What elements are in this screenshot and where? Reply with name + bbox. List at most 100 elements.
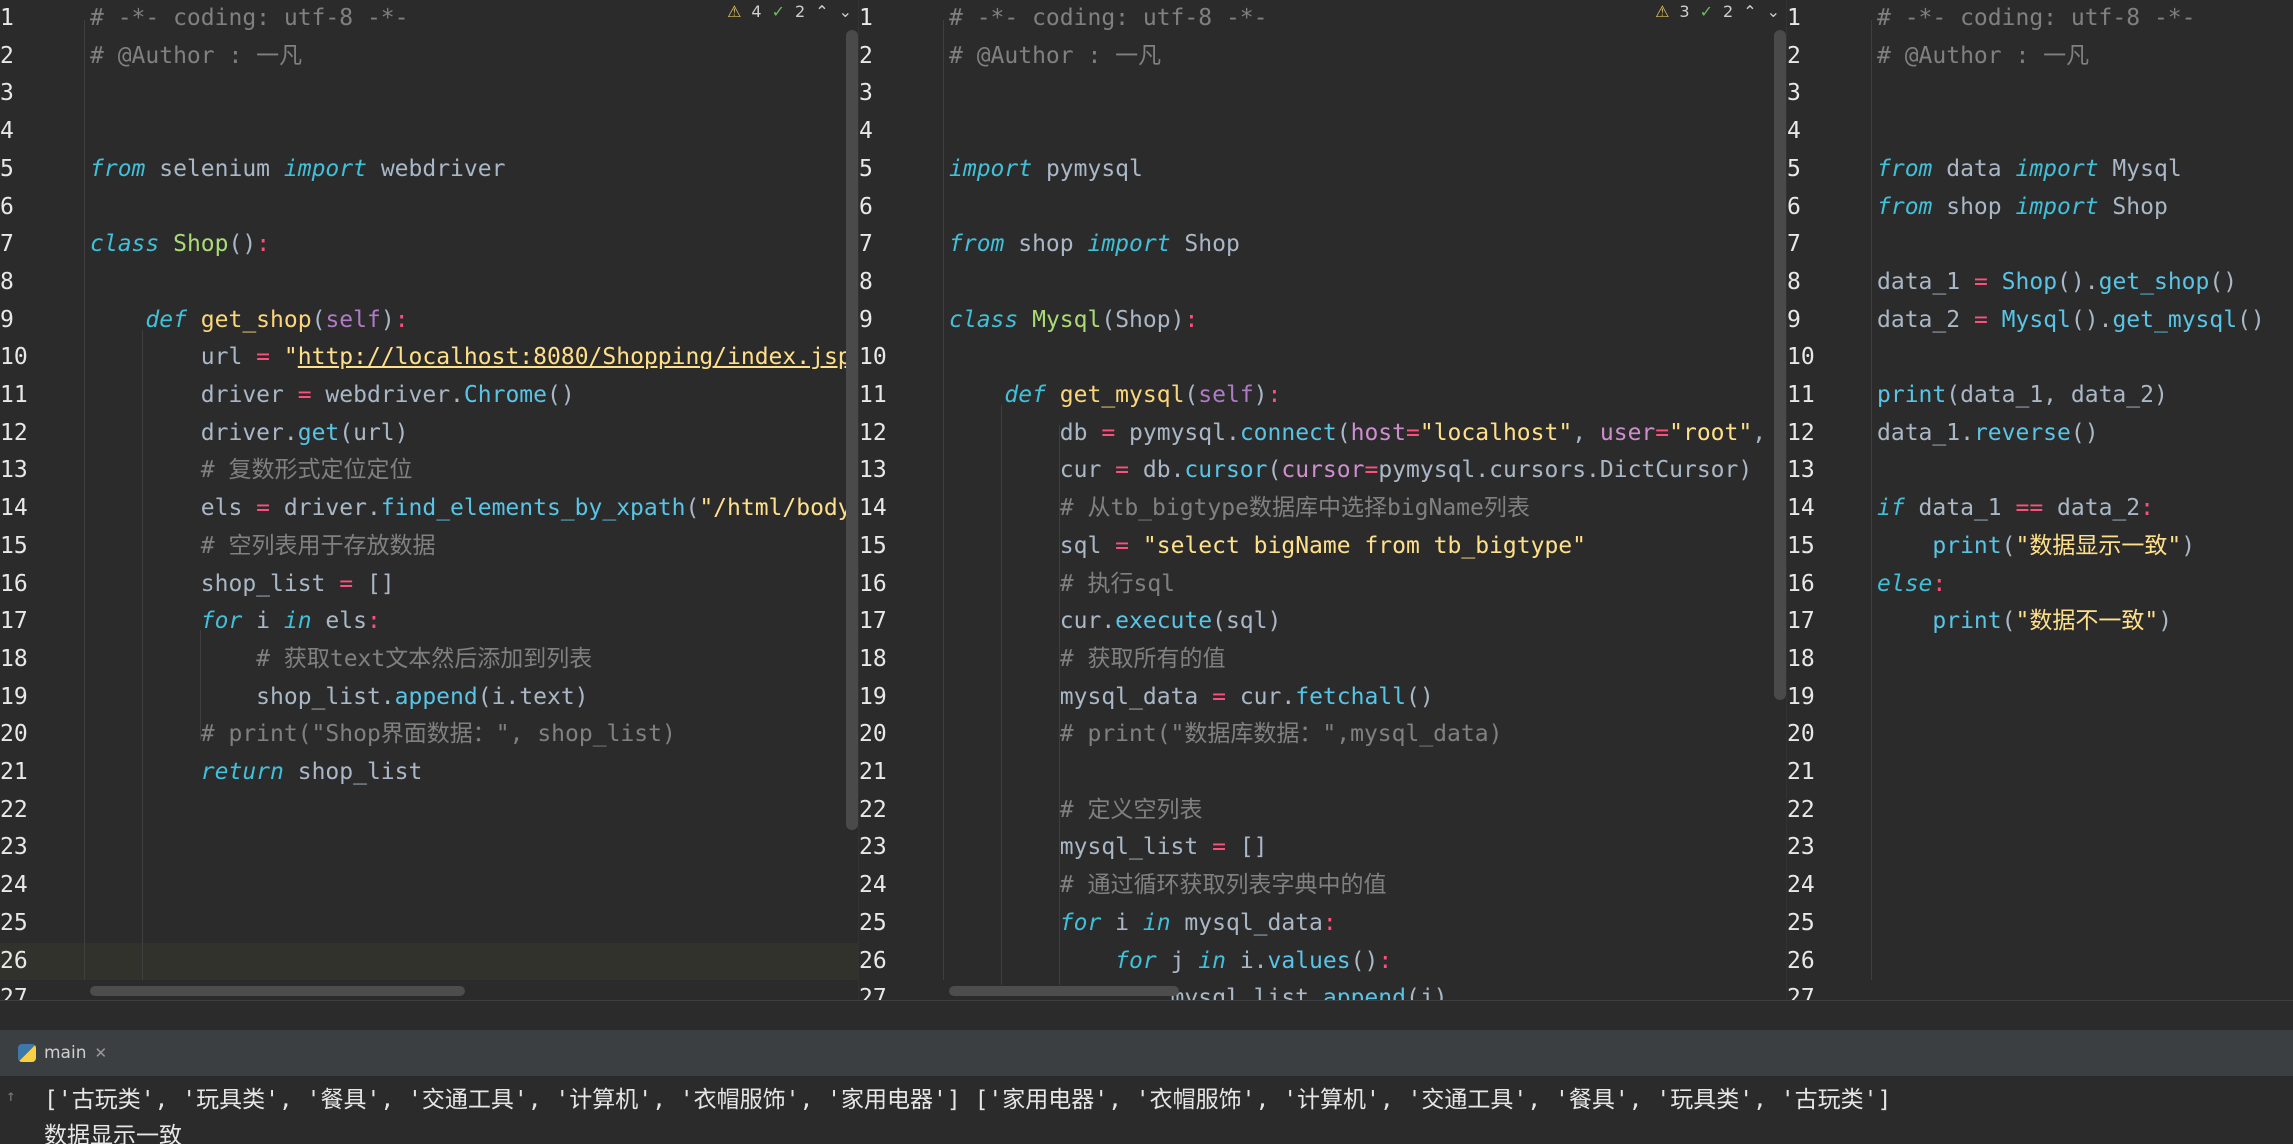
- code-line[interactable]: 16 shop_list = []: [0, 566, 858, 604]
- code-text[interactable]: class Mysql(Shop):: [949, 302, 1198, 340]
- arrow-up-icon[interactable]: ↑: [6, 1086, 16, 1105]
- line-number[interactable]: 1: [0, 0, 34, 38]
- line-number[interactable]: 9: [859, 302, 893, 340]
- line-number[interactable]: 12: [0, 415, 34, 453]
- code-text[interactable]: def get_shop(self):: [90, 302, 408, 340]
- line-number[interactable]: 24: [859, 867, 893, 905]
- code-line[interactable]: 20 # print("Shop界面数据：", shop_list): [0, 716, 858, 754]
- line-number[interactable]: 17: [0, 603, 34, 641]
- code-text[interactable]: cur = db.cursor(cursor=pymysql.cursors.D…: [949, 452, 1752, 490]
- code-line[interactable]: 14 els = driver.find_elements_by_xpath("…: [0, 490, 858, 528]
- line-number[interactable]: 14: [0, 490, 34, 528]
- line-number[interactable]: 19: [0, 679, 34, 717]
- code-line[interactable]: 3: [0, 75, 858, 113]
- code-text[interactable]: print("数据显示一致"): [1877, 528, 2195, 566]
- code-text[interactable]: # @Author : 一凡: [949, 38, 1161, 76]
- line-number[interactable]: 22: [859, 792, 893, 830]
- code-text[interactable]: # @Author : 一凡: [1877, 38, 2089, 76]
- code-text[interactable]: # -*- coding: utf-8 -*-: [949, 0, 1268, 38]
- code-text[interactable]: for i in els:: [90, 603, 381, 641]
- code-line[interactable]: 3: [1787, 75, 2293, 113]
- code-text[interactable]: return shop_list: [90, 754, 423, 792]
- line-number[interactable]: 27: [859, 980, 893, 1000]
- code-line[interactable]: 27: [1787, 980, 2293, 1000]
- line-number[interactable]: 22: [0, 792, 34, 830]
- code-line[interactable]: 23: [0, 829, 858, 867]
- code-line[interactable]: 3: [859, 75, 1786, 113]
- line-number[interactable]: 2: [1787, 38, 1821, 76]
- line-number[interactable]: 15: [0, 528, 34, 566]
- code-text[interactable]: db = pymysql.connect(host="localhost", u…: [949, 415, 1766, 453]
- code-text[interactable]: else:: [1877, 566, 1946, 604]
- close-icon[interactable]: ✕: [94, 1044, 107, 1062]
- vertical-scrollbar[interactable]: [846, 30, 858, 830]
- code-text[interactable]: # print("Shop界面数据：", shop_list): [90, 716, 676, 754]
- line-number[interactable]: 5: [1787, 151, 1821, 189]
- code-line[interactable]: 19: [1787, 679, 2293, 717]
- line-number[interactable]: 8: [859, 264, 893, 302]
- code-line[interactable]: 4: [859, 113, 1786, 151]
- run-console[interactable]: ['古玩类', '玩具类', '餐具', '交通工具', '计算机', '衣帽服…: [0, 1076, 2293, 1144]
- code-line[interactable]: 4: [1787, 113, 2293, 151]
- code-line[interactable]: 1 # -*- coding: utf-8 -*-: [859, 0, 1786, 38]
- line-number[interactable]: 11: [0, 377, 34, 415]
- code-text[interactable]: # 获取所有的值: [949, 641, 1226, 679]
- line-number[interactable]: 1: [1787, 0, 1821, 38]
- code-line[interactable]: 8: [859, 264, 1786, 302]
- code-line[interactable]: 13 # 复数形式定位定位: [0, 452, 858, 490]
- code-line[interactable]: 26: [0, 942, 858, 981]
- horizontal-scrollbar[interactable]: [90, 986, 465, 996]
- line-number[interactable]: 4: [859, 113, 893, 151]
- line-number[interactable]: 11: [1787, 377, 1821, 415]
- editor-pane-data[interactable]: ⚠ 3 ✓ 2 ⌃ ⌄ 1 # -*- coding: utf-8 -*- 2 # @…: [858, 0, 1786, 1000]
- code-line[interactable]: 9 data_2 = Mysql().get_mysql(): [1787, 302, 2293, 340]
- line-number[interactable]: 17: [1787, 603, 1821, 641]
- line-number[interactable]: 6: [0, 189, 34, 227]
- code-line[interactable]: 17 cur.execute(sql): [859, 603, 1786, 641]
- code-line[interactable]: 2 # @Author : 一凡: [859, 38, 1786, 76]
- code-text[interactable]: cur.execute(sql): [949, 603, 1282, 641]
- code-line[interactable]: 5 from selenium import webdriver: [0, 151, 858, 189]
- code-line[interactable]: 17 for i in els:: [0, 603, 858, 641]
- horizontal-scrollbar[interactable]: [949, 986, 1179, 996]
- line-number[interactable]: 25: [1787, 905, 1821, 943]
- code-line[interactable]: 23 mysql_list = []: [859, 829, 1786, 867]
- line-number[interactable]: 10: [1787, 339, 1821, 377]
- code-line[interactable]: 4: [0, 113, 858, 151]
- line-number[interactable]: 23: [859, 829, 893, 867]
- line-number[interactable]: 6: [1787, 189, 1821, 227]
- code-line[interactable]: 14 if data_1 == data_2:: [1787, 490, 2293, 528]
- vertical-scrollbar[interactable]: [1774, 30, 1786, 700]
- pane-divider[interactable]: [0, 1000, 2293, 1030]
- code-line[interactable]: 7: [1787, 226, 2293, 264]
- line-number[interactable]: 18: [1787, 641, 1821, 679]
- code-line[interactable]: 18 # 获取所有的值: [859, 641, 1786, 679]
- code-line[interactable]: 10: [859, 339, 1786, 377]
- code-text[interactable]: print("数据不一致"): [1877, 603, 2172, 641]
- line-number[interactable]: 25: [0, 905, 34, 943]
- line-number[interactable]: 26: [859, 943, 893, 981]
- code-text[interactable]: for i in mysql_data:: [949, 905, 1337, 943]
- code-line[interactable]: 16 # 执行sql: [859, 566, 1786, 604]
- line-number[interactable]: 17: [859, 603, 893, 641]
- line-number[interactable]: 19: [859, 679, 893, 717]
- line-number[interactable]: 12: [859, 415, 893, 453]
- line-number[interactable]: 14: [1787, 490, 1821, 528]
- code-text[interactable]: data_2 = Mysql().get_mysql(): [1877, 302, 2265, 340]
- line-number[interactable]: 7: [0, 226, 34, 264]
- line-number[interactable]: 4: [1787, 113, 1821, 151]
- code-text[interactable]: from shop import Shop: [1877, 189, 2168, 227]
- code-line[interactable]: 10 url = "http://localhost:8080/Shopping…: [0, 339, 858, 377]
- line-number[interactable]: 9: [0, 302, 34, 340]
- code-line[interactable]: 6 from shop import Shop: [1787, 189, 2293, 227]
- code-text[interactable]: if data_1 == data_2:: [1877, 490, 2154, 528]
- code-line[interactable]: 25: [1787, 905, 2293, 943]
- code-line[interactable]: 22: [0, 792, 858, 830]
- line-number[interactable]: 15: [1787, 528, 1821, 566]
- line-number[interactable]: 16: [859, 566, 893, 604]
- code-text[interactable]: # -*- coding: utf-8 -*-: [90, 0, 409, 38]
- code-text[interactable]: # 获取text文本然后添加到列表: [90, 641, 592, 679]
- code-line[interactable]: 10: [1787, 339, 2293, 377]
- code-text[interactable]: driver = webdriver.Chrome(): [90, 377, 575, 415]
- line-number[interactable]: 2: [859, 38, 893, 76]
